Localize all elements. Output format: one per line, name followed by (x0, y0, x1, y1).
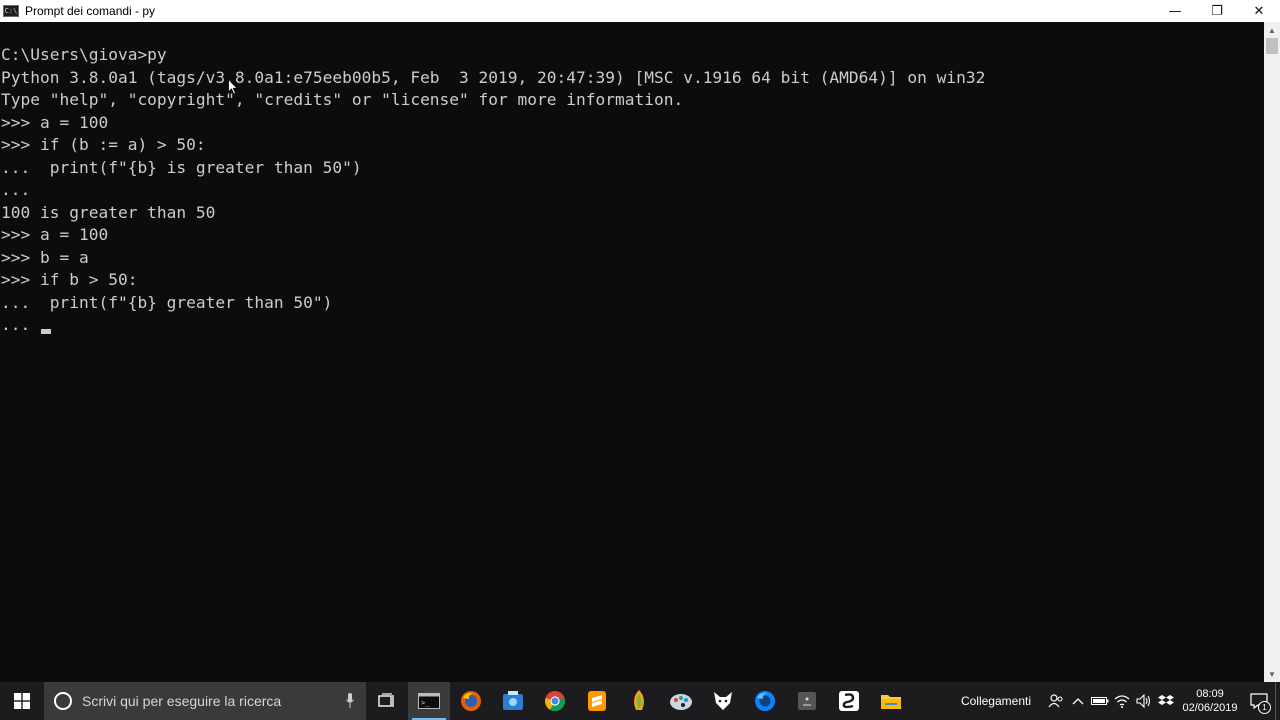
maximize-button[interactable]: ❐ (1196, 0, 1238, 22)
window-controls: — ❐ ✕ (1154, 0, 1280, 22)
console-lines: C:\Users\giova>py Python 3.8.0a1 (tags/v… (1, 44, 985, 337)
show-desktop-button[interactable] (1275, 682, 1280, 720)
notification-badge: 1 (1258, 701, 1271, 714)
cmd-icon[interactable]: >_ (408, 682, 450, 720)
console-input-line[interactable]: ... (1, 314, 985, 337)
scroll-thumb[interactable] (1266, 38, 1278, 54)
vertical-scrollbar[interactable]: ▲ ▼ (1264, 22, 1280, 682)
scroll-up-arrow-icon[interactable]: ▲ (1264, 22, 1280, 38)
dropbox-icon[interactable] (1155, 682, 1177, 720)
console-prompt: ... (1, 315, 40, 334)
links-toolbar-label[interactable]: Collegamenti (961, 694, 1031, 708)
console-line: ... (1, 180, 31, 199)
console-line: ... print(f"{b} is greater than 50") (1, 157, 362, 177)
scroll-down-arrow-icon[interactable]: ▼ (1264, 666, 1280, 682)
system-tray: Collegamenti 08:09 02/06/2019 1 (961, 682, 1280, 720)
close-button[interactable]: ✕ (1238, 0, 1280, 22)
console-line: ... print(f"{b} greater than 50") (1, 292, 333, 312)
app-store-icon[interactable] (492, 682, 534, 720)
file-explorer-icon[interactable] (870, 682, 912, 720)
taskbar: Scrivi qui per eseguire la ricerca >_ Co… (0, 682, 1280, 720)
sublime-text-icon[interactable] (576, 682, 618, 720)
clock-date: 02/06/2019 (1182, 702, 1238, 714)
chrome-icon[interactable] (534, 682, 576, 720)
start-button[interactable] (0, 682, 44, 720)
search-placeholder: Scrivi qui per eseguire la ricerca (82, 693, 282, 709)
firefox-icon[interactable] (450, 682, 492, 720)
console-line: C:\Users\giova>py (1, 45, 167, 64)
console-line: 100 is greater than 50 (1, 202, 216, 222)
task-view-icon[interactable] (366, 682, 408, 720)
console-line: Python 3.8.0a1 (tags/v3.8.0a1:e75eeb00b5… (1, 67, 986, 87)
steam-icon[interactable] (828, 682, 870, 720)
minimize-button[interactable]: — (1154, 0, 1196, 22)
mouse-pointer-icon (228, 79, 238, 95)
taskbar-search-box[interactable]: Scrivi qui per eseguire la ricerca (44, 682, 366, 720)
battery-icon[interactable] (1089, 682, 1111, 720)
cmd-app-icon: C:\ (3, 5, 19, 17)
fox-app-icon[interactable] (702, 682, 744, 720)
wifi-icon[interactable] (1111, 682, 1133, 720)
clock-time: 08:09 (1196, 688, 1224, 700)
console-line: >>> if b > 50: (1, 270, 138, 289)
console-output[interactable]: C:\Users\giova>py Python 3.8.0a1 (tags/v… (0, 22, 1264, 682)
disk-utility-icon[interactable] (786, 682, 828, 720)
microphone-icon[interactable] (346, 693, 354, 709)
clock[interactable]: 08:09 02/06/2019 (1177, 682, 1243, 720)
console-line: >>> a = 100 (1, 225, 109, 244)
text-cursor (40, 329, 51, 334)
svg-text:>_: >_ (421, 699, 430, 707)
windows-logo-icon (14, 693, 30, 709)
console-line: >>> a = 100 (1, 112, 109, 132)
console-line: Type "help", "copyright", "credits" or "… (1, 90, 684, 109)
cortana-icon (54, 692, 72, 710)
volume-icon[interactable] (1133, 682, 1155, 720)
paint-icon[interactable] (660, 682, 702, 720)
notification-center-icon[interactable]: 1 (1243, 682, 1275, 720)
console-line: >>> b = a (1, 247, 89, 267)
title-bar: C:\ Prompt dei comandi - py — ❐ ✕ (0, 0, 1280, 22)
console-line: >>> if (b := a) > 50: (1, 135, 206, 154)
firefox-developer-icon[interactable] (744, 682, 786, 720)
chevron-up-icon[interactable] (1067, 682, 1089, 720)
window-title: Prompt dei comandi - py (25, 4, 156, 18)
people-icon[interactable] (1045, 682, 1067, 720)
fl-studio-icon[interactable] (618, 682, 660, 720)
